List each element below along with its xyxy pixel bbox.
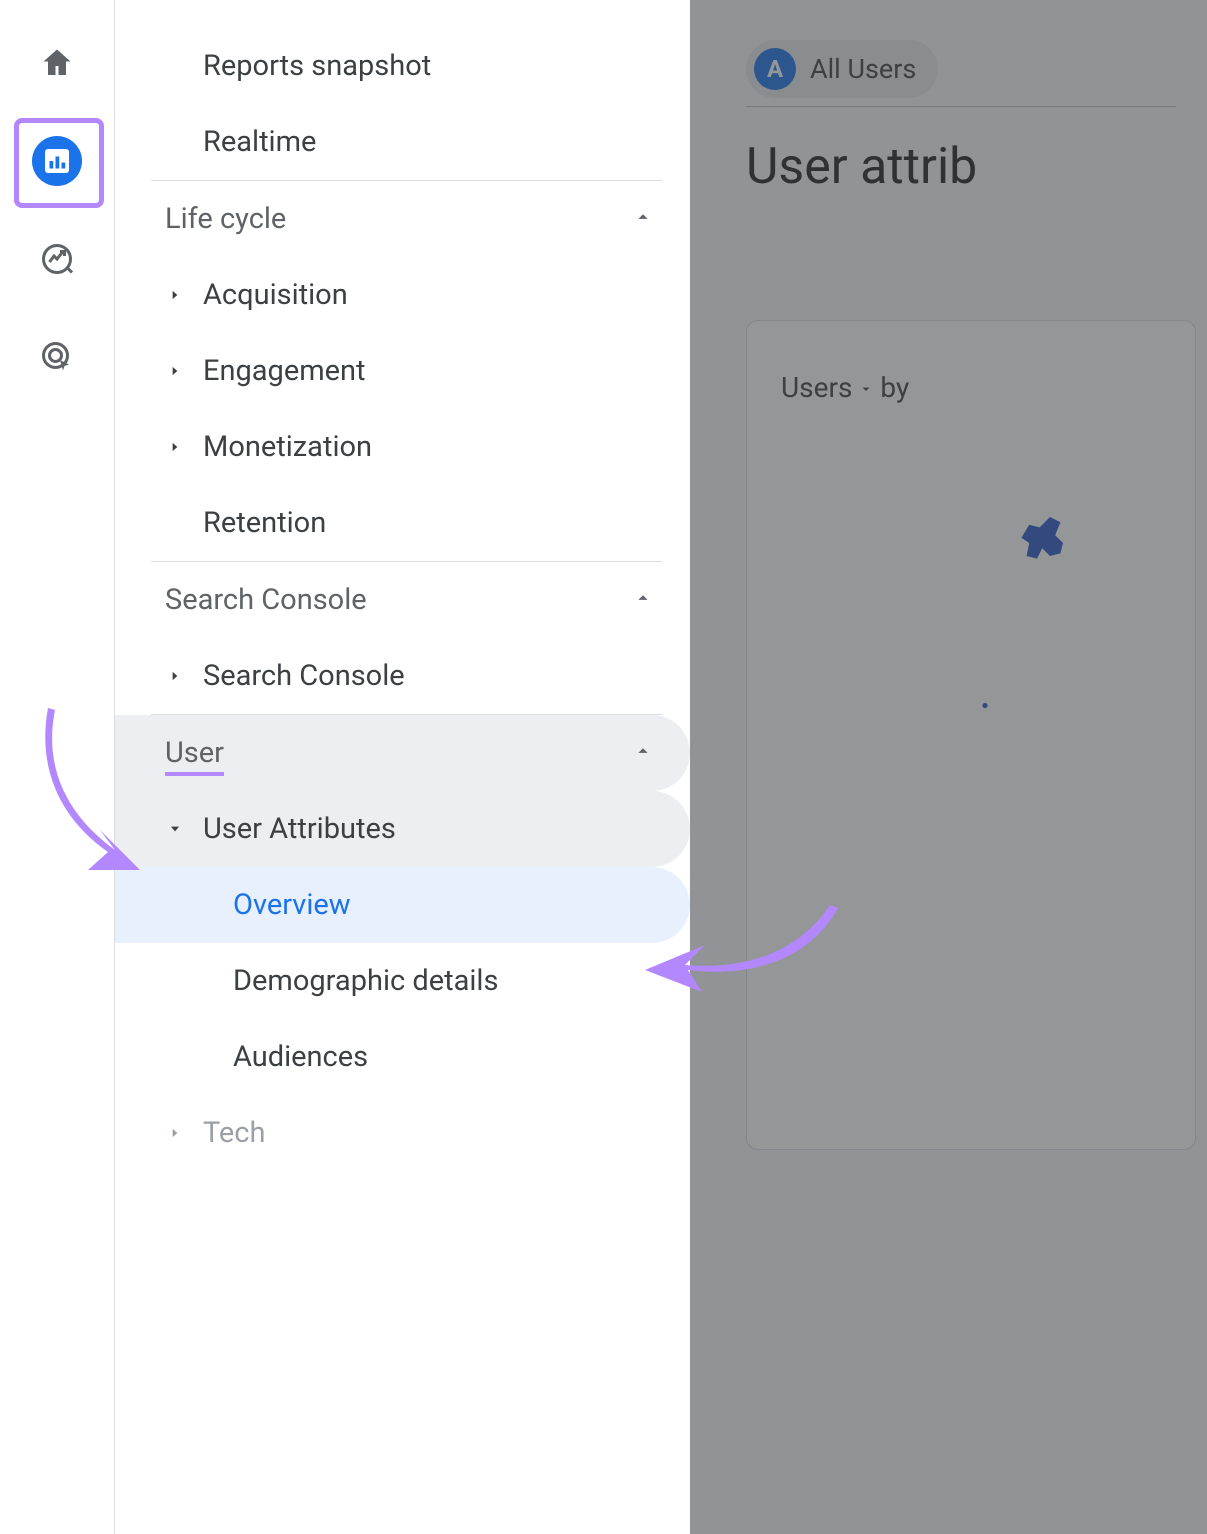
section-user[interactable]: User (115, 715, 690, 791)
divider (746, 106, 1176, 107)
chevron-up-icon (632, 583, 654, 617)
nav-retention[interactable]: Retention (115, 485, 690, 561)
nav-label: Engagement (203, 354, 366, 388)
bar-chart-icon (39, 143, 75, 179)
filter-all-users[interactable]: A All Users (746, 40, 938, 98)
users-by-country-card: Users by (746, 320, 1196, 1150)
card-title[interactable]: Users by (781, 371, 1161, 404)
nav-label: Realtime (203, 125, 316, 159)
content-area: A All Users User attrib Users by (690, 0, 1207, 1534)
caret-down-icon (165, 822, 185, 836)
trend-icon (39, 241, 75, 277)
nav-label: Reports snapshot (203, 49, 431, 83)
nav-overview[interactable]: Overview (115, 867, 690, 943)
home-icon (39, 45, 75, 81)
nav-reports-snapshot[interactable]: Reports snapshot (115, 28, 690, 104)
nav-label: User Attributes (203, 812, 396, 846)
reports-nav-button[interactable] (32, 136, 82, 186)
nav-label: Audiences (233, 1040, 368, 1074)
nav-user-attributes[interactable]: User Attributes (115, 791, 690, 867)
explore-nav-button[interactable] (32, 234, 82, 284)
nav-label: Overview (233, 888, 351, 922)
nav-demographic-details[interactable]: Demographic details (115, 943, 690, 1019)
nav-realtime[interactable]: Realtime (115, 104, 690, 180)
card-by-text: by (880, 371, 909, 404)
section-life-cycle[interactable]: Life cycle (115, 181, 690, 257)
section-label: User (165, 736, 224, 770)
advertising-nav-button[interactable] (32, 332, 82, 382)
caret-right-icon (165, 440, 185, 454)
caret-right-icon (165, 364, 185, 378)
caret-right-icon (165, 1126, 185, 1140)
caret-right-icon (165, 288, 185, 302)
page-title: User attrib (746, 138, 977, 196)
section-search-console[interactable]: Search Console (115, 562, 690, 638)
nav-search-console[interactable]: Search Console (115, 638, 690, 714)
nav-label: Retention (203, 506, 326, 540)
filter-badge: A (754, 48, 796, 90)
caret-right-icon (165, 669, 185, 683)
icon-rail (0, 0, 115, 1534)
filter-label: All Users (810, 53, 916, 85)
card-metric: Users (781, 371, 852, 404)
nav-tech[interactable]: Tech (115, 1095, 690, 1171)
dropdown-caret-icon (858, 371, 874, 404)
chevron-up-icon (632, 202, 654, 236)
section-label: Life cycle (165, 202, 286, 236)
nav-label: Tech (203, 1116, 265, 1150)
nav-engagement[interactable]: Engagement (115, 333, 690, 409)
chevron-up-icon (632, 736, 654, 770)
nav-audiences[interactable]: Audiences (115, 1019, 690, 1095)
nav-label: Acquisition (203, 278, 348, 312)
section-label: Search Console (165, 583, 367, 617)
reports-panel: Reports snapshot Realtime Life cycle Acq… (115, 0, 690, 1534)
nav-label: Demographic details (233, 964, 498, 998)
map-illustration (907, 491, 1167, 751)
nav-monetization[interactable]: Monetization (115, 409, 690, 485)
nav-label: Monetization (203, 430, 372, 464)
target-click-icon (39, 339, 75, 375)
home-nav-button[interactable] (32, 38, 82, 88)
nav-acquisition[interactable]: Acquisition (115, 257, 690, 333)
nav-label: Search Console (203, 659, 405, 693)
